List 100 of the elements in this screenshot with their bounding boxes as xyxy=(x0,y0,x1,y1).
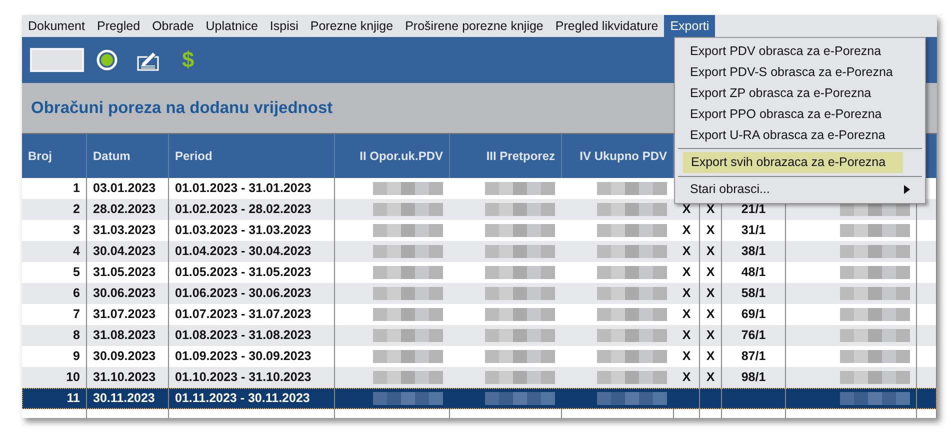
blurred-value xyxy=(597,329,667,342)
menu-item[interactable]: Porezne knjige xyxy=(304,15,400,37)
table-cell-text: 31.10.2023 xyxy=(93,369,156,386)
blurred-value xyxy=(597,287,667,300)
table-cell-text: 03.01.2023 xyxy=(93,180,156,198)
table-cell-text: X xyxy=(682,243,691,260)
table-cell-text: 98/1 xyxy=(741,369,766,386)
blurred-value xyxy=(840,287,910,300)
table-cell-text: 31/1 xyxy=(741,222,766,240)
blurred-value xyxy=(373,392,443,405)
table-row[interactable]: 10 31.10.2023 01.10.2023 - 31.10.2023 X X 98/1 xyxy=(22,367,937,388)
table-cell-text: 01.05.2023 - 31.05.2023 xyxy=(175,264,312,282)
blurred-value xyxy=(373,371,443,384)
blurred-value xyxy=(485,287,555,300)
blurred-value xyxy=(597,371,667,384)
menu-item[interactable]: Uplatnice xyxy=(200,15,264,37)
blurred-value xyxy=(485,266,555,279)
table-cell-text: 6 xyxy=(73,285,80,302)
page-title: Obračuni poreza na dodanu vrijednost xyxy=(31,98,333,119)
menu-item[interactable]: Pregled xyxy=(90,15,146,37)
blurred-value xyxy=(485,350,555,363)
blurred-value xyxy=(485,245,555,258)
menu-item[interactable]: Ispisi xyxy=(264,15,304,37)
table-cell-text: X xyxy=(706,348,715,366)
table-cell-text: X xyxy=(682,327,691,344)
blurred-value xyxy=(373,350,443,363)
table-row[interactable]: 11 30.11.2023 01.11.2023 - 30.11.2023 xyxy=(22,388,937,409)
table-cell-text: 58/1 xyxy=(741,285,766,302)
menu-item[interactable]: Export ZP obrasca za e-Porezna xyxy=(678,83,922,104)
menu-item[interactable]: Exporti xyxy=(664,15,716,37)
table-cell-text: 69/1 xyxy=(741,306,766,324)
column-header: II Opor.uk.PDV xyxy=(335,134,450,178)
blurred-value xyxy=(840,224,910,237)
menu-item[interactable]: Pregled likvidature xyxy=(549,15,664,37)
table-cell-text: 7 xyxy=(73,306,80,324)
blurred-value xyxy=(373,287,443,300)
menu-item[interactable]: Dokument xyxy=(22,15,91,37)
menu-item[interactable]: Export PDV-S obrasca za e-Porezna xyxy=(678,62,922,83)
radio-icon[interactable] xyxy=(96,49,118,71)
blurred-value xyxy=(840,203,910,216)
blurred-value xyxy=(485,308,555,321)
table-row[interactable]: 6 30.06.2023 01.06.2023 - 30.06.2023 X X 58/1 xyxy=(22,283,937,304)
input-field[interactable] xyxy=(30,48,84,72)
table-cell-text: 87/1 xyxy=(741,348,766,366)
blurred-value xyxy=(597,182,667,195)
table-cell-text: X xyxy=(706,243,715,260)
table-cell-text: 10 xyxy=(66,369,80,386)
blurred-value xyxy=(597,203,667,216)
blurred-value xyxy=(485,182,555,195)
table-cell-text: 8 xyxy=(73,327,80,344)
table-cell-text: X xyxy=(682,369,691,386)
blurred-value xyxy=(373,266,443,279)
table-cell-text: X xyxy=(706,222,715,240)
blurred-value xyxy=(373,308,443,321)
table-cell-text: 30.04.2023 xyxy=(93,243,156,260)
blurred-value xyxy=(597,350,667,363)
table-row[interactable]: 2 28.02.2023 01.02.2023 - 28.02.2023 X X 21/1 xyxy=(22,199,937,220)
table-cell-text: 9 xyxy=(73,348,80,366)
menu-item[interactable]: Export svih obrazaca za e-Porezna xyxy=(683,152,903,173)
blurred-value xyxy=(485,224,555,237)
table-cell-text: 01.10.2023 - 31.10.2023 xyxy=(175,369,312,386)
table-cell-text: 01.06.2023 - 30.06.2023 xyxy=(175,285,312,302)
blurred-value xyxy=(597,308,667,321)
table-cell-text: 5 xyxy=(73,264,80,282)
menu-item[interactable]: Proširene porezne knjige xyxy=(399,15,550,37)
table-cell-text: 30.06.2023 xyxy=(93,285,156,302)
column-header: Broj xyxy=(22,134,87,178)
blurred-value xyxy=(485,203,555,216)
column-header: Period xyxy=(169,134,335,178)
table-cell-text: 48/1 xyxy=(741,264,766,282)
menu-item[interactable]: Export PPO obrasca za e-Porezna xyxy=(678,104,922,125)
menu-item[interactable]: Export PDV obrasca za e-Porezna xyxy=(678,41,922,62)
table-cell-text: 2 xyxy=(73,201,80,218)
table-row[interactable]: 8 31.08.2023 01.08.2023 - 31.08.2023 X X 76/1 xyxy=(22,325,937,346)
table-cell-text: 31.07.2023 xyxy=(93,306,156,324)
blurred-value xyxy=(485,329,555,342)
table-cell-text: 4 xyxy=(73,243,80,260)
blurred-value xyxy=(840,308,910,321)
table-row[interactable]: 4 30.04.2023 01.04.2023 - 30.04.2023 X X 38/1 xyxy=(22,241,937,262)
table-cell-text: X xyxy=(682,348,691,366)
blurred-value xyxy=(597,392,667,405)
blurred-value xyxy=(597,266,667,279)
blurred-value xyxy=(373,224,443,237)
menu-item[interactable]: Export U-RA obrasca za e-Porezna xyxy=(678,125,922,146)
blurred-value xyxy=(840,266,910,279)
submenu-arrow-icon xyxy=(904,185,910,194)
table-cell-text: 01.02.2023 - 28.02.2023 xyxy=(175,201,312,218)
table-cell-text: X xyxy=(706,306,715,324)
blurred-value xyxy=(373,203,443,216)
blurred-value xyxy=(373,182,443,195)
table-cell-text: X xyxy=(682,222,691,240)
table-cell-text: 76/1 xyxy=(741,327,766,344)
column-header: Datum xyxy=(87,134,169,178)
blurred-value xyxy=(597,224,667,237)
blurred-value xyxy=(485,392,555,405)
table-cell-text: 01.11.2023 - 30.11.2023 xyxy=(175,390,310,408)
blurred-value xyxy=(840,350,910,363)
menu-item[interactable]: Stari obrasci... xyxy=(678,179,922,200)
menu-item[interactable]: Obrade xyxy=(146,15,200,37)
table-cell-text: 21/1 xyxy=(741,201,766,218)
